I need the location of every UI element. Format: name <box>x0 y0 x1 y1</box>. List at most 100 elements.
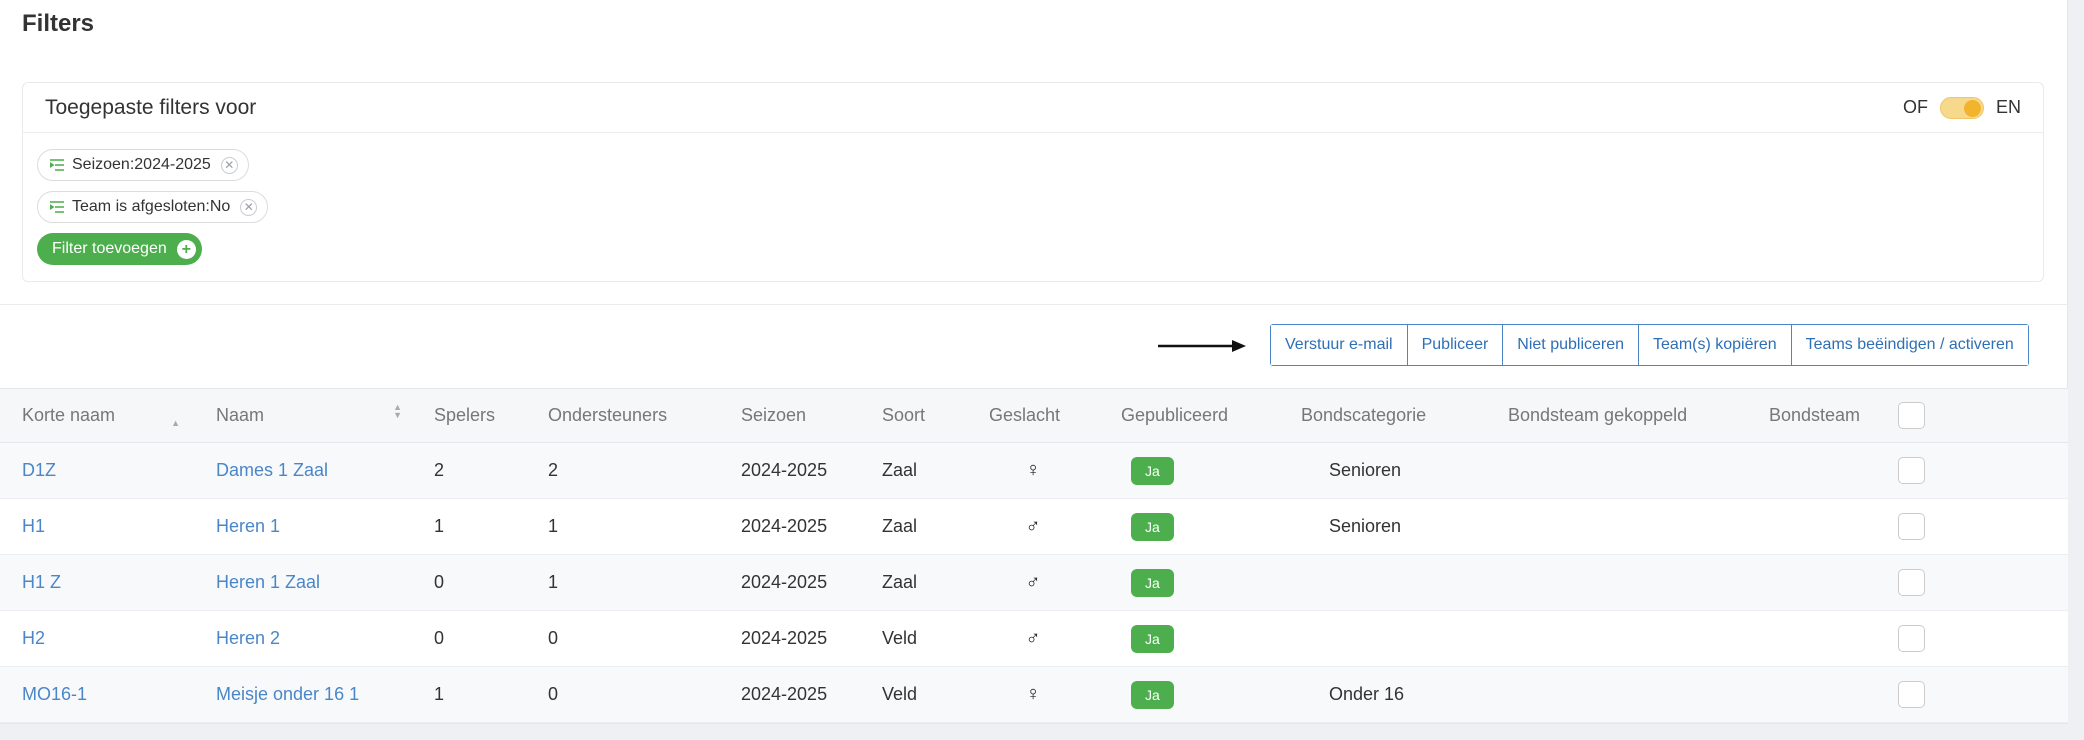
row-checkbox[interactable] <box>1898 513 1925 540</box>
toggle-label-or: OF <box>1902 97 1928 117</box>
cell-short-name[interactable]: H1 <box>0 498 194 555</box>
col-header-category: Bondscategorie <box>1279 388 1486 443</box>
page: Filters Toegepaste filters voor OF EN Se… <box>0 0 2068 724</box>
toggle-label-and: EN <box>1995 97 2021 117</box>
table-row: D1Z Dames 1 Zaal 2 2 2024-2025 Zaal ♀ Ja… <box>0 442 2068 499</box>
col-header-season: Seizoen <box>719 388 860 443</box>
filter-chip-label: Team is afgesloten:No <box>72 198 231 215</box>
select-all-checkbox[interactable] <box>1898 402 1925 429</box>
published-badge: Ja <box>1131 456 1174 485</box>
cell-type: Zaal <box>860 498 967 555</box>
cell-short-name[interactable]: MO16-1 <box>0 666 194 723</box>
cell-linked <box>1486 610 1747 667</box>
table-row: H2 Heren 2 0 0 2024-2025 Veld ♂ Ja <box>0 610 2068 667</box>
cell-category <box>1279 610 1486 667</box>
cell-select <box>1894 442 2068 499</box>
cell-select <box>1894 666 2068 723</box>
publish-button[interactable]: Publiceer <box>1407 325 1504 365</box>
cell-supporters: 0 <box>526 666 719 723</box>
cell-players: 0 <box>412 554 526 611</box>
row-checkbox[interactable] <box>1898 681 1925 708</box>
copy-teams-button[interactable]: Team(s) kopiëren <box>1639 325 1792 365</box>
table-row: MO16-1 Meisje onder 16 1 1 0 2024-2025 V… <box>0 666 2068 723</box>
cell-short-name[interactable]: H2 <box>0 610 194 667</box>
cell-season: 2024-2025 <box>719 442 860 499</box>
published-badge: Ja <box>1131 624 1174 653</box>
page-title: Filters <box>22 10 95 37</box>
send-email-button[interactable]: Verstuur e-mail <box>1271 325 1408 365</box>
cell-team <box>1747 666 1894 723</box>
filters-card-title: Toegepaste filters voor <box>45 95 257 119</box>
cell-season: 2024-2025 <box>719 498 860 555</box>
table-header-row: Korte naam ▲ Naam ▲ ▼ Spelers Ondersteuners… <box>0 388 2068 443</box>
cell-team <box>1747 498 1894 555</box>
sort-asc-icon: ▲ <box>171 418 180 428</box>
bulk-actions: Verstuur e-mail Publiceer Niet publicere… <box>1270 324 2029 366</box>
cell-category <box>1279 554 1486 611</box>
cell-short-name[interactable]: D1Z <box>0 442 194 499</box>
col-header-linked: Bondsteam gekoppeld <box>1486 388 1747 443</box>
teams-table: Korte naam ▲ Naam ▲ ▼ Spelers Ondersteuners… <box>0 388 2068 723</box>
cell-type: Zaal <box>860 442 967 499</box>
cell-supporters: 1 <box>526 498 719 555</box>
cell-name[interactable]: Dames 1 Zaal <box>194 442 412 499</box>
filters-card: Toegepaste filters voor OF EN Seizoen:20… <box>22 82 2044 282</box>
cell-season: 2024-2025 <box>719 554 860 611</box>
col-header-players: Spelers <box>412 388 526 443</box>
filter-chip-season[interactable]: Seizoen:2024-2025 ✕ <box>37 149 249 181</box>
male-icon: ♂ <box>1025 627 1041 649</box>
row-checkbox[interactable] <box>1898 625 1925 652</box>
end-activate-teams-button[interactable]: Teams beëindigen / activeren <box>1791 325 2028 365</box>
cell-players: 0 <box>412 610 526 667</box>
cell-published: Ja <box>1099 442 1279 499</box>
cell-gender: ♂ <box>967 610 1099 667</box>
filter-logic-toggle-group: OF EN <box>1902 96 2021 119</box>
filter-chip-label: Seizoen:2024-2025 <box>72 156 211 173</box>
col-header-supporters: Ondersteuners <box>526 388 719 443</box>
close-icon[interactable]: ✕ <box>240 198 258 216</box>
unpublish-button[interactable]: Niet publiceren <box>1503 325 1640 365</box>
cell-players: 1 <box>412 666 526 723</box>
cell-name[interactable]: Heren 1 Zaal <box>194 554 412 611</box>
col-header-team: Bondsteam <box>1747 388 1894 443</box>
cell-type: Zaal <box>860 554 967 611</box>
cell-short-name[interactable]: H1 Z <box>0 554 194 611</box>
cell-linked <box>1486 554 1747 611</box>
toggle-knob <box>1963 99 1981 117</box>
close-icon[interactable]: ✕ <box>220 156 238 174</box>
cell-linked <box>1486 442 1747 499</box>
published-badge: Ja <box>1131 512 1174 541</box>
cell-supporters: 1 <box>526 554 719 611</box>
published-badge: Ja <box>1131 568 1174 597</box>
cell-select <box>1894 498 2068 555</box>
plus-icon: + <box>176 239 196 259</box>
filter-chips: Seizoen:2024-2025 ✕ Team is afgesloten:N… <box>23 133 2043 281</box>
add-filter-button[interactable]: Filter toevoegen + <box>37 233 202 265</box>
row-checkbox[interactable] <box>1898 569 1925 596</box>
filter-logic-toggle[interactable] <box>1939 96 1984 119</box>
cell-select <box>1894 610 2068 667</box>
filter-chip-team-closed[interactable]: Team is afgesloten:No ✕ <box>37 191 269 223</box>
col-header-select-all <box>1894 388 2068 443</box>
cell-published: Ja <box>1099 554 1279 611</box>
col-header-short-name[interactable]: Korte naam ▲ <box>0 388 194 443</box>
cell-supporters: 2 <box>526 442 719 499</box>
female-icon: ♀ <box>1025 459 1041 481</box>
col-header-name[interactable]: Naam ▲ ▼ <box>194 388 412 443</box>
table-row: H1 Z Heren 1 Zaal 0 1 2024-2025 Zaal ♂ J… <box>0 554 2068 611</box>
cell-gender: ♀ <box>967 666 1099 723</box>
cell-name[interactable]: Heren 2 <box>194 610 412 667</box>
cell-category: Senioren <box>1279 442 1486 499</box>
cell-select <box>1894 554 2068 611</box>
cell-gender: ♀ <box>967 442 1099 499</box>
cell-players: 2 <box>412 442 526 499</box>
cell-name[interactable]: Heren 1 <box>194 498 412 555</box>
cell-category: Senioren <box>1279 498 1486 555</box>
cell-published: Ja <box>1099 666 1279 723</box>
section-divider <box>0 304 2068 305</box>
filters-card-header: Toegepaste filters voor OF EN <box>23 83 2043 133</box>
male-icon: ♂ <box>1025 571 1041 593</box>
published-badge: Ja <box>1131 680 1174 709</box>
row-checkbox[interactable] <box>1898 457 1925 484</box>
cell-name[interactable]: Meisje onder 16 1 <box>194 666 412 723</box>
